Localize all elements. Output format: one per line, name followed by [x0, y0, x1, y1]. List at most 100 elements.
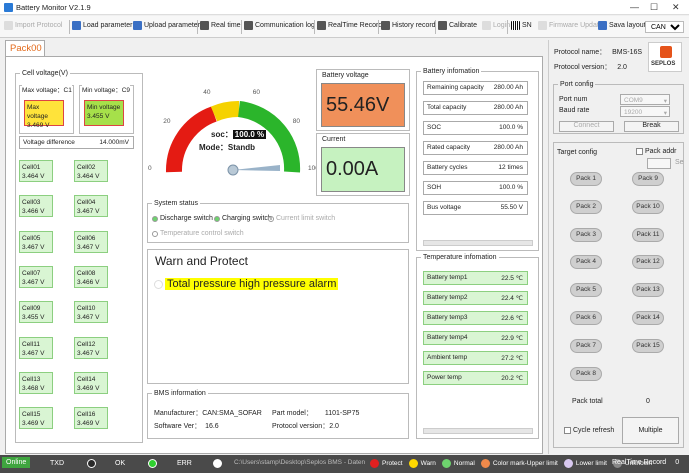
row-key: Total capacity	[427, 104, 467, 111]
warn-protect-group: Warn and Protect Total pressure high pre…	[147, 249, 409, 384]
pack-button[interactable]: Pack 3	[570, 227, 602, 242]
port-num-select[interactable]: COM9 ▾	[620, 94, 670, 105]
cycle-refresh-checkbox[interactable]: Cycle refresh	[564, 427, 614, 434]
checkbox[interactable]	[636, 148, 643, 155]
break-button[interactable]: Break	[624, 121, 679, 132]
import-protocol-button[interactable]: Import Protocol	[4, 21, 62, 30]
minimize-button[interactable]: —	[630, 2, 639, 12]
firmware-update-button[interactable]: Firmware Update	[538, 21, 603, 30]
realtime-icon	[200, 21, 209, 30]
gauge-tick-label: 60	[252, 88, 260, 96]
row-value: 22.5 ℃	[501, 275, 523, 282]
battery-info-row: Remaining capacity 280.00 Ah	[423, 81, 528, 95]
pack-button[interactable]: Pack 15	[632, 338, 664, 353]
multiple-button[interactable]: Multiple	[622, 417, 679, 444]
load-parameter-button[interactable]: Load parameter	[72, 21, 132, 30]
log-icon	[244, 21, 253, 30]
pack-button[interactable]: Pack 9	[632, 172, 664, 186]
calibrate-button[interactable]: Calibrate	[438, 21, 477, 30]
real-time-button[interactable]: Real time	[200, 21, 241, 30]
cell-name: Cell11	[22, 340, 40, 348]
history-record-button[interactable]: History record	[381, 21, 436, 30]
row-key: Rated capacity	[427, 144, 470, 151]
cell-name: Cell16	[77, 411, 96, 419]
pack-addr-checkbox[interactable]: Pack addr	[636, 148, 677, 155]
pack-button[interactable]: Pack 13	[632, 283, 664, 298]
cell-voltage: 3.469 V	[77, 420, 100, 428]
upload-parameter-button[interactable]: Upload parameter	[133, 21, 200, 30]
communication-log-button[interactable]: Communication log	[244, 21, 315, 30]
pack-button[interactable]: Pack 5	[570, 283, 602, 298]
discharge-switch-indicator: Discharge switch	[152, 215, 213, 222]
cell-voltage: 3.467 V	[77, 243, 100, 251]
se-label: Se	[675, 159, 684, 166]
cell-name: Cell09	[22, 305, 41, 313]
battery-info-title: Battery infomation	[421, 68, 482, 75]
gauge-tick-label: 20	[163, 117, 171, 125]
baud-rate-select[interactable]: 19200 ▾	[620, 106, 670, 117]
battery-info-row: Battery cycles 12 times	[423, 161, 528, 175]
language-select[interactable]: CAN	[645, 21, 684, 33]
maximize-button[interactable]: ☐	[650, 2, 658, 13]
language-dropdown[interactable]: CAN	[645, 21, 684, 33]
scrollbar[interactable]	[423, 428, 533, 434]
gauge-tick-label: 0	[148, 165, 152, 172]
checkbox[interactable]	[564, 427, 571, 434]
pack-button[interactable]: Pack 8	[570, 366, 602, 381]
connect-button[interactable]: Connect	[559, 121, 614, 132]
soc-label: soc：	[211, 130, 233, 139]
row-key: Battery temp1	[427, 274, 468, 281]
logo-text: SEPLOS	[651, 61, 676, 67]
mode-label: Mode：	[199, 143, 228, 152]
login-button[interactable]: Login	[482, 21, 510, 30]
pack-button[interactable]: Pack 2	[570, 199, 602, 214]
row-key: Bus voltage	[427, 204, 461, 211]
row-value: 22.4 ℃	[501, 295, 523, 302]
err-indicator: ERR	[177, 459, 222, 468]
row-value: 280.00 Ah	[493, 104, 523, 111]
protocol-version-right-row: Protocol version： 2.0	[554, 64, 627, 71]
sn-button[interactable]: SN	[511, 21, 532, 30]
target-config-group: Target config Pack addr Se Pack 1 Pack 9 P…	[553, 142, 684, 448]
cell-voltage-title: Cell voltage(V)	[20, 70, 70, 77]
ok-light	[148, 459, 158, 468]
save-layout-button[interactable]: Sava layout	[598, 21, 646, 30]
temperature-control-switch-indicator: Temperature control switch	[152, 230, 244, 237]
scrollbar[interactable]	[423, 240, 533, 246]
current-limit-switch-indicator: Current limit switch	[268, 215, 335, 222]
divider	[314, 20, 315, 34]
temperature-row: Battery temp4 22.9 ℃	[423, 331, 528, 345]
row-value: 27.2 ℃	[501, 355, 523, 362]
cell-box: Cell09 3.455 V	[19, 301, 53, 324]
row-key: SOC	[427, 124, 442, 131]
battery-voltage-title: Battery voltage	[322, 72, 369, 79]
cell-voltage: 3.464 V	[22, 173, 45, 180]
cell-voltage: 3.466 V	[77, 278, 100, 286]
pack-button[interactable]: Pack 14	[632, 311, 664, 325]
realtime-record-button[interactable]: RealTime Record	[317, 21, 382, 30]
pack-button[interactable]: Pack 7	[570, 338, 602, 353]
pack-addr-input[interactable]	[647, 158, 671, 169]
cell-voltage: 3.467 V	[77, 208, 100, 216]
close-button[interactable]: ✕	[672, 2, 680, 13]
txd-light	[87, 459, 96, 468]
gauge-tick-label: 40	[203, 88, 211, 96]
max-voltage-title: Max voltage：C1	[22, 84, 72, 94]
pack-button[interactable]: Pack 1	[570, 172, 602, 186]
pack-button[interactable]: Pack 6	[570, 311, 602, 325]
pack-button[interactable]: Pack 12	[632, 255, 664, 270]
legend-label: Warn	[420, 460, 436, 467]
cell-voltage: 3.464 V	[77, 173, 100, 180]
pack-button[interactable]: Pack 11	[632, 227, 664, 242]
cell-name: Cell05	[22, 234, 41, 242]
window-title: Battery Monitor V2.1.9	[16, 3, 91, 12]
gauge-green-arc	[237, 101, 301, 173]
cell-name: Cell04	[77, 199, 96, 207]
min-voltage-value: 3.455 V	[87, 113, 110, 120]
title-bar: Battery Monitor V2.1.9 — ☐ ✕	[0, 0, 689, 15]
cell-name: Cell03	[22, 199, 41, 207]
tab-pack00[interactable]: Pack00	[5, 40, 45, 57]
battery-voltage-group: Battery voltage 55.46V	[316, 69, 410, 131]
pack-button[interactable]: Pack 10	[632, 199, 664, 214]
pack-button[interactable]: Pack 4	[570, 255, 602, 270]
